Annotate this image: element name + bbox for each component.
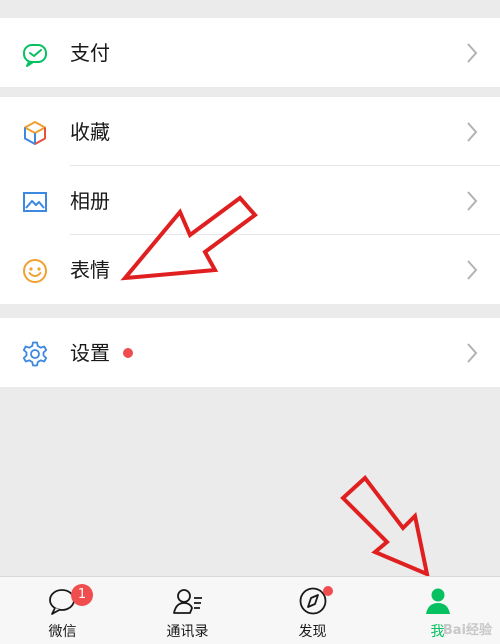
chevron-right-icon	[467, 260, 478, 280]
picture-icon	[23, 192, 47, 212]
wechat-pay-icon	[23, 44, 47, 67]
chevron-right-icon	[467, 191, 478, 211]
tab-label: 发现	[298, 624, 327, 640]
menu-item-label: 相册	[70, 189, 110, 213]
annotation-arrow-stickers	[120, 195, 258, 281]
menu-item-settings[interactable]: 设置	[0, 318, 500, 387]
settings-group: 设置	[0, 318, 500, 387]
gear-icon	[22, 341, 48, 367]
chevron-right-icon	[467, 343, 478, 363]
pay-group: 支付	[0, 18, 500, 87]
cube-icon	[24, 121, 46, 145]
menu-item-label: 收藏	[70, 120, 110, 144]
tab-chats[interactable]: 1 微信	[0, 577, 125, 644]
menu-item-favorites[interactable]: 收藏	[0, 97, 500, 166]
unread-count-badge: 1	[71, 584, 93, 606]
settings-red-dot	[123, 348, 133, 358]
smiley-icon	[23, 259, 47, 283]
discover-red-dot	[323, 586, 333, 596]
annotation-arrow-me-tab	[340, 475, 430, 578]
chevron-right-icon	[467, 122, 478, 142]
watermark-logo: Bai经验	[442, 623, 492, 638]
tab-label: 通讯录	[166, 624, 209, 640]
top-spacer	[0, 0, 500, 8]
tab-contacts[interactable]: 通讯录	[125, 577, 250, 644]
menu-item-label: 支付	[70, 41, 110, 65]
tab-label: 微信	[48, 624, 77, 640]
tab-discover[interactable]: 发现	[250, 577, 375, 644]
contacts-icon	[172, 589, 202, 614]
menu-item-pay[interactable]: 支付	[0, 18, 500, 87]
menu-item-label: 设置	[70, 341, 110, 365]
menu-item-label: 表情	[70, 258, 110, 282]
chevron-right-icon	[467, 43, 478, 63]
person-icon	[425, 588, 450, 614]
bottom-tab-bar: 1 微信 通讯录 发现 我 Bai经验	[0, 576, 500, 644]
